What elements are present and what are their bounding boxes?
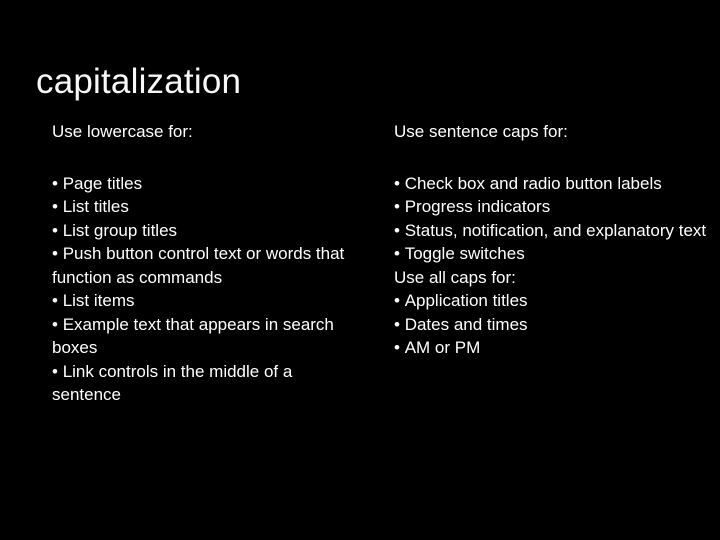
list-item: List items: [52, 289, 365, 313]
left-column-bullet-list: Page titles List titles List group title…: [52, 172, 365, 407]
list-item: Push button control text or words that f…: [52, 242, 365, 289]
list-item: Toggle switches: [394, 242, 712, 266]
left-column-heading: Use lowercase for:: [52, 122, 193, 141]
right-column-bullet-list: Check box and radio button labels Progre…: [394, 172, 712, 266]
right-column: Use sentence caps for: Check box and rad…: [373, 120, 720, 360]
list-item: List group titles: [52, 219, 365, 243]
right-column-secondary-heading: Use all caps for:: [394, 267, 516, 287]
list-item: List titles: [52, 195, 365, 219]
list-item: Dates and times: [394, 313, 712, 337]
right-column-heading: Use sentence caps for:: [394, 122, 568, 141]
list-item: Link controls in the middle of a sentenc…: [52, 360, 365, 407]
slide-canvas: capitalization Use lowercase for: Page t…: [0, 0, 720, 540]
content-columns: Use lowercase for: Page titles List titl…: [0, 120, 720, 407]
list-item: Page titles: [52, 172, 365, 196]
list-item: Example text that appears in search boxe…: [52, 313, 365, 360]
list-item: Progress indicators: [394, 195, 712, 219]
list-item: AM or PM: [394, 336, 712, 360]
page-title: capitalization: [36, 62, 242, 101]
left-column: Use lowercase for: Page titles List titl…: [0, 120, 373, 407]
list-item: Application titles: [394, 289, 712, 313]
list-item: Status, notification, and explanatory te…: [394, 219, 712, 243]
list-item: Check box and radio button labels: [394, 172, 712, 196]
right-column-secondary-bullet-list: Application titles Dates and times AM or…: [394, 289, 712, 360]
